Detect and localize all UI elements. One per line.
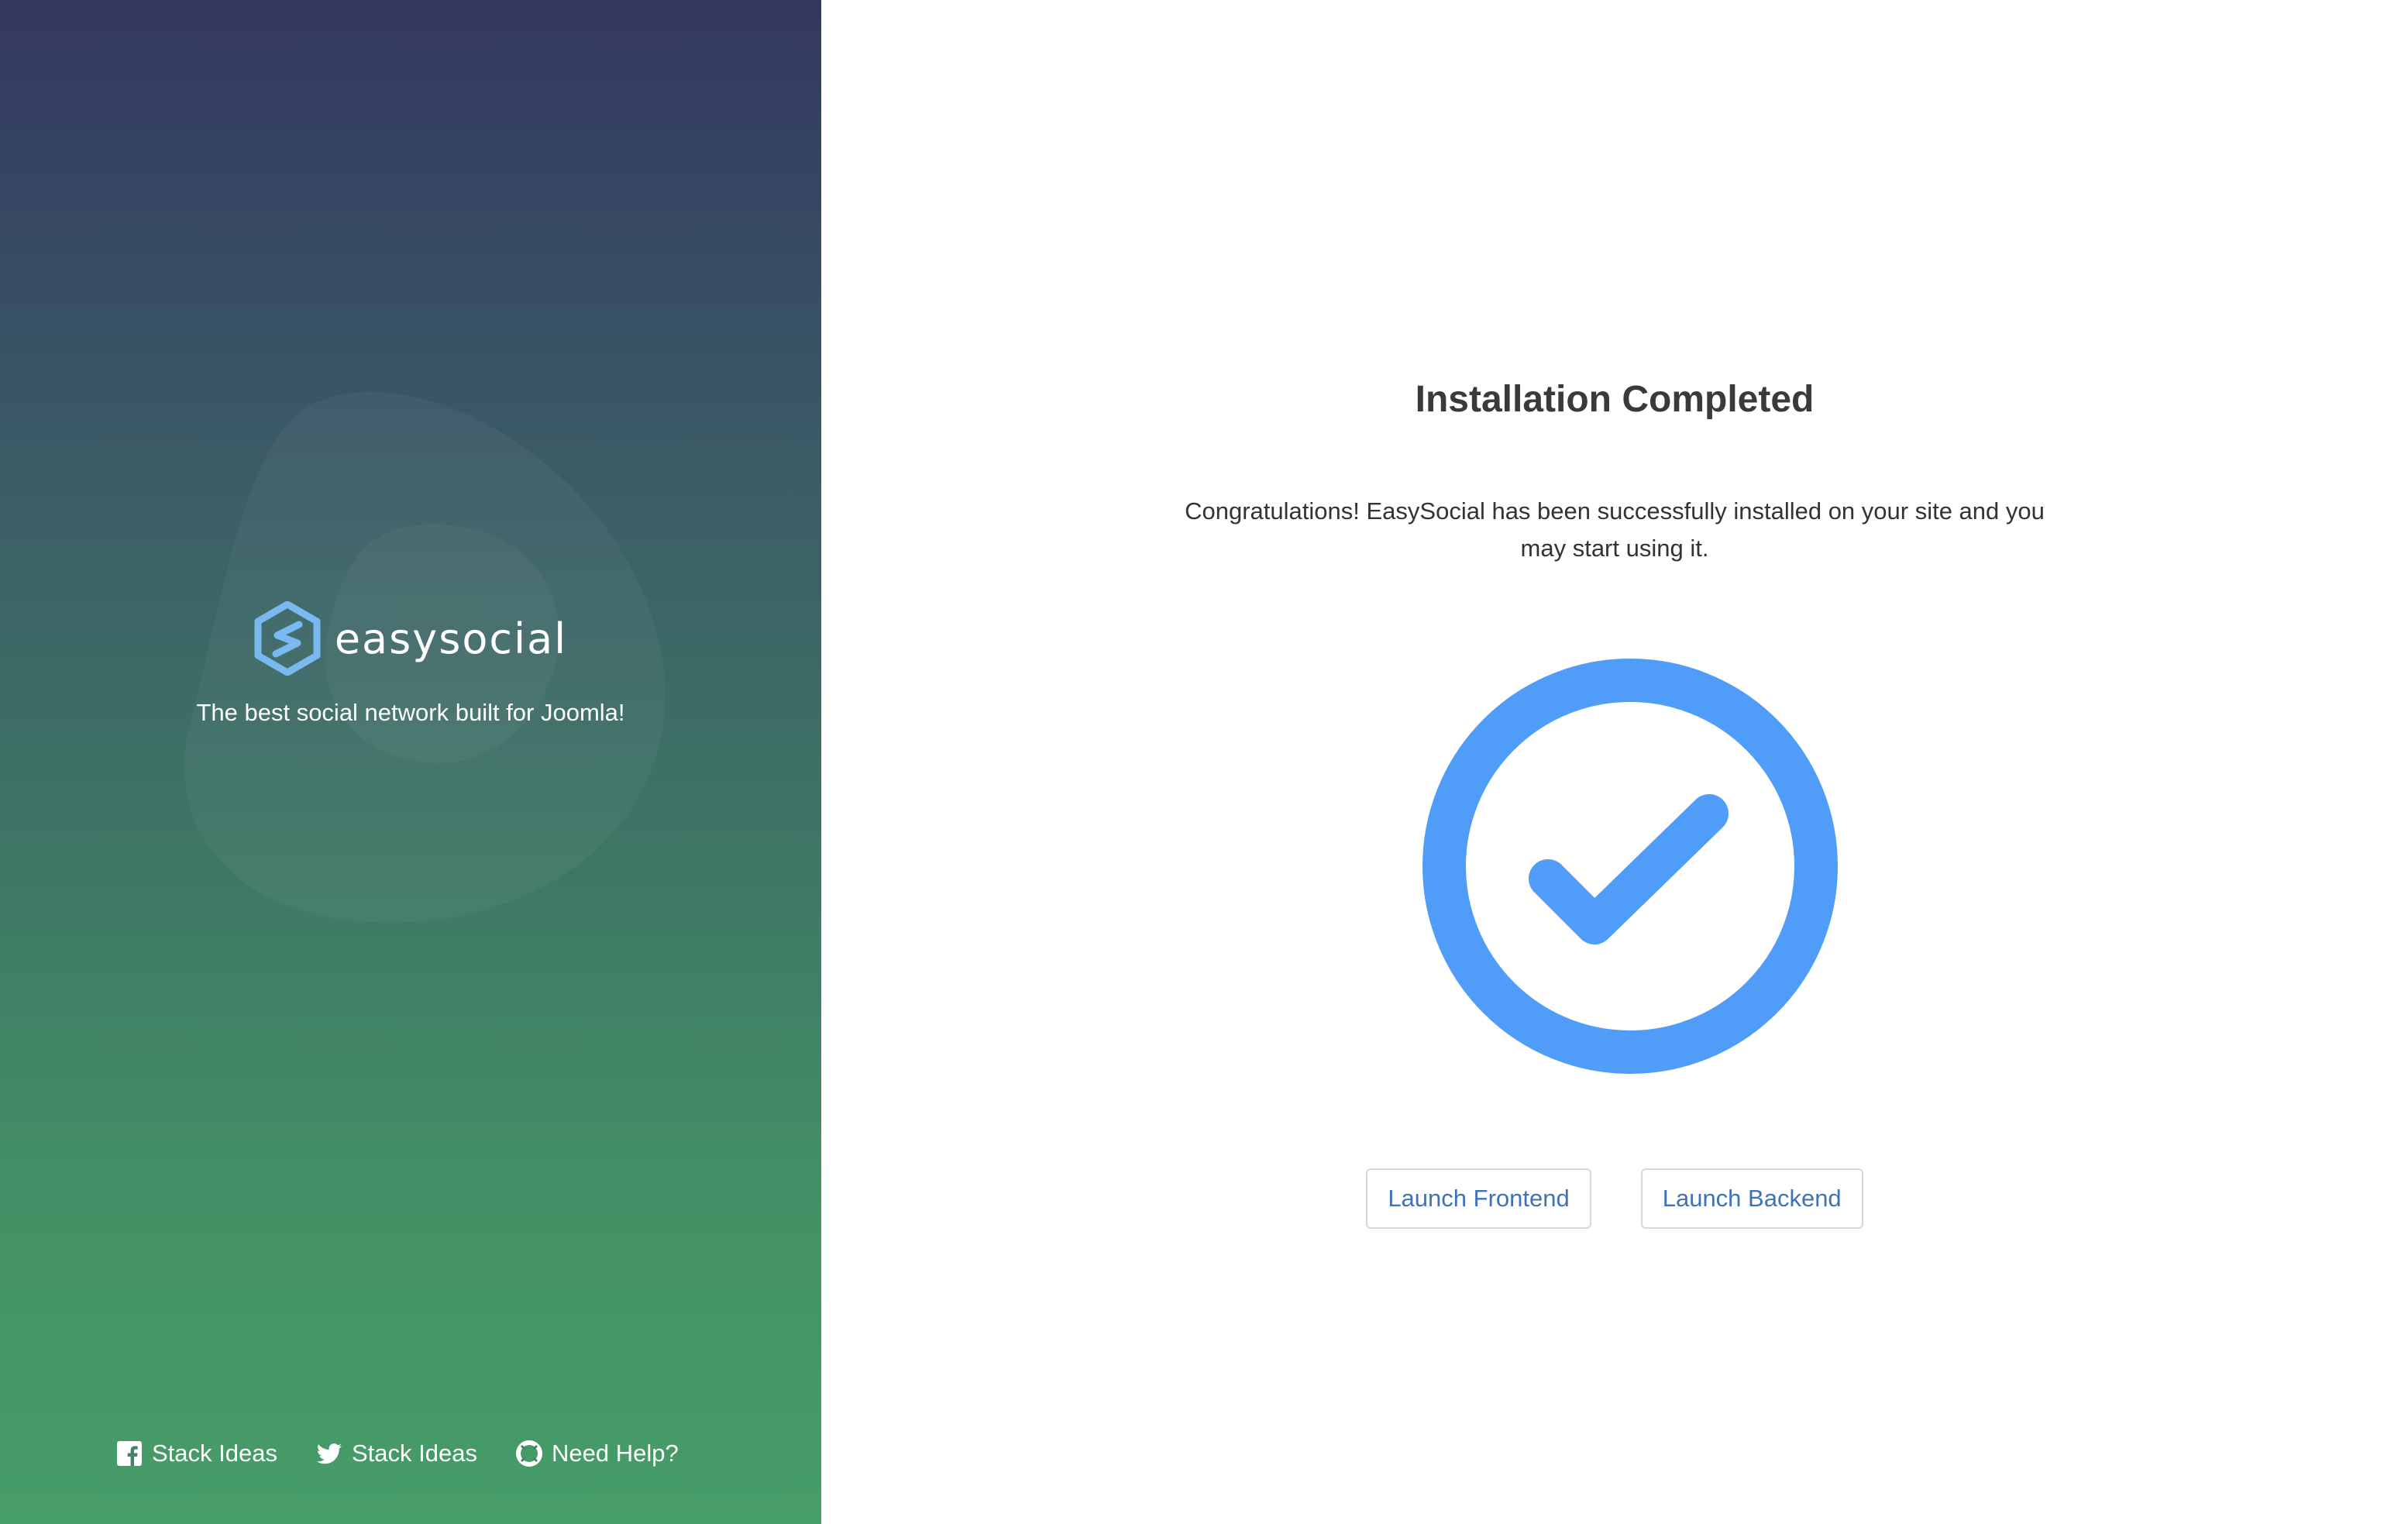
help-link[interactable]: Need Help?	[515, 1440, 679, 1467]
twitter-link-label: Stack Ideas	[351, 1440, 477, 1467]
launch-backend-button[interactable]: Launch Backend	[1640, 1168, 1863, 1229]
facebook-icon	[117, 1441, 142, 1466]
brand-panel: easysocial The best social network built…	[0, 0, 821, 1524]
logo-wordmark: easysocial	[334, 614, 568, 663]
brand-block: easysocial The best social network built…	[0, 601, 821, 727]
lifebuoy-icon	[515, 1440, 542, 1467]
facebook-link[interactable]: Stack Ideas	[116, 1440, 277, 1467]
twitter-link[interactable]: Stack Ideas	[316, 1440, 477, 1467]
footer-links: Stack Ideas Stack Ideas Need Help?	[116, 1440, 679, 1467]
check-circle-icon	[1422, 659, 1838, 1074]
tagline: The best social network built for Joomla…	[196, 699, 625, 726]
installer-page: easysocial The best social network built…	[0, 0, 2408, 1524]
launch-buttons: Launch Frontend Launch Backend	[821, 1168, 2408, 1229]
twitter-icon	[316, 1443, 342, 1464]
page-title: Installation Completed	[1415, 379, 1815, 420]
main-content: Installation Completed Congratulations! …	[821, 0, 2408, 1524]
help-link-label: Need Help?	[551, 1440, 679, 1467]
easysocial-logo-icon	[254, 601, 321, 676]
success-message: Congratulations! EasySocial has been suc…	[1185, 497, 2045, 562]
facebook-link-label: Stack Ideas	[152, 1440, 277, 1467]
launch-frontend-button[interactable]: Launch Frontend	[1366, 1168, 1591, 1229]
logo: easysocial	[254, 601, 567, 676]
